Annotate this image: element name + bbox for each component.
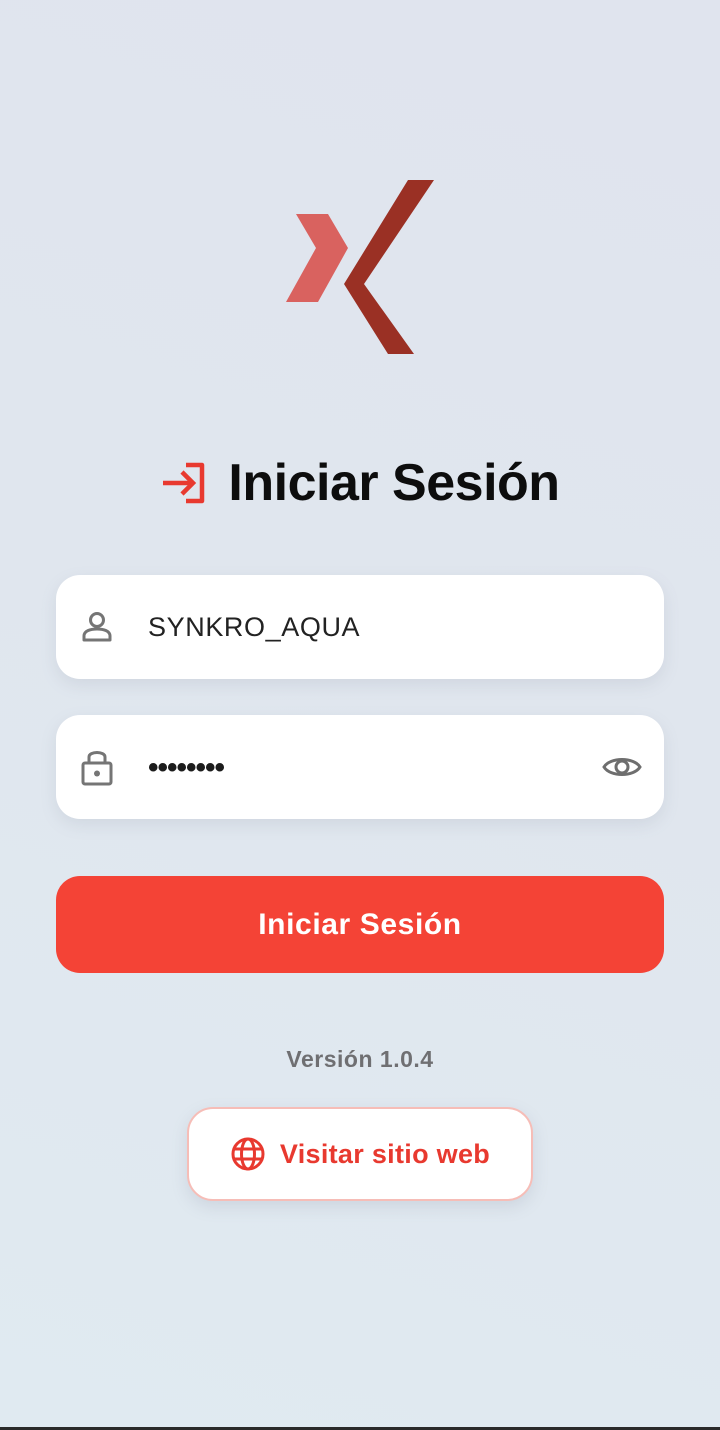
app-logo [282,176,438,358]
page-title: Iniciar Sesión [228,454,560,512]
eye-icon[interactable] [602,747,642,787]
visit-website-button[interactable]: Visitar sitio web [187,1107,533,1201]
password-field[interactable]: •••••••• [56,715,664,819]
globe-icon [230,1136,266,1172]
login-arrow-icon [160,458,210,508]
username-value[interactable]: SYNKRO_AQUA [148,612,360,643]
visit-website-label: Visitar sitio web [279,1138,491,1169]
lock-icon [80,750,114,786]
person-icon [80,610,114,644]
login-button[interactable]: Iniciar Sesión [56,876,664,973]
x-chevron-logo-icon [286,180,434,354]
username-field[interactable]: SYNKRO_AQUA [56,575,664,679]
title-row: Iniciar Sesión [0,448,720,518]
password-value[interactable]: •••••••• [148,751,225,785]
version-label: Versión 1.0.4 [286,1046,434,1072]
